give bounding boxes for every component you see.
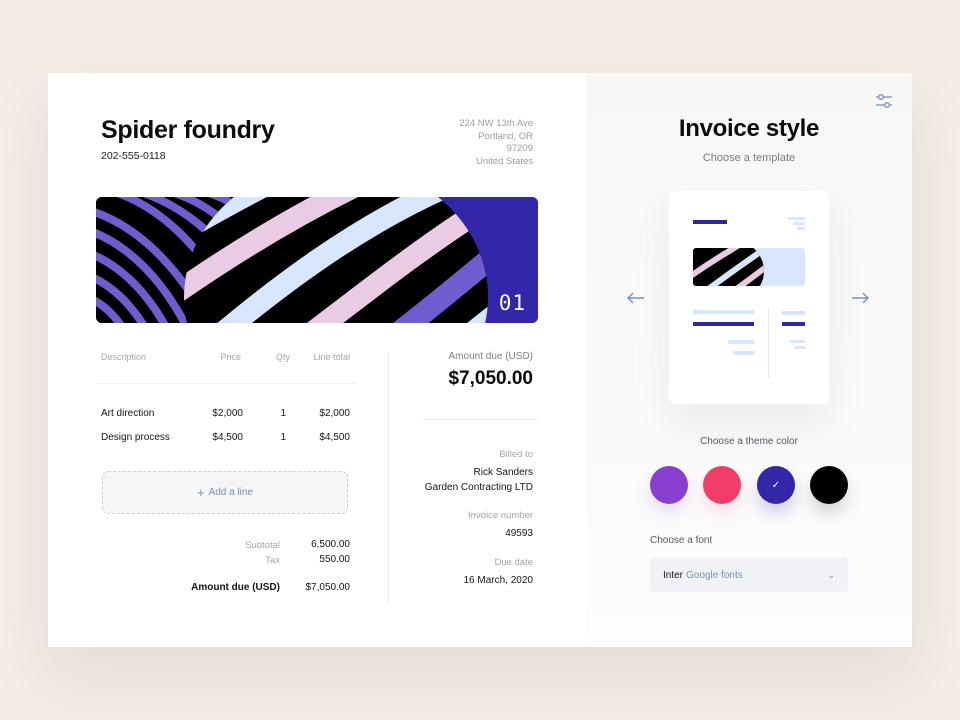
subtotal-value: 6,500.00 [311,539,350,550]
due-date-label: Due date [494,557,533,568]
invoice-number-label: Invoice number [468,510,533,521]
company-name: Spider foundry [101,116,275,144]
chevron-down-icon: ⌄ [827,569,835,580]
row-total: $2,000 [319,408,350,419]
billed-to-company: Garden Contracting LTD [424,482,533,493]
color-swatch-black[interactable] [810,466,848,504]
invoice-number-value: 49593 [505,528,533,539]
check-icon: ✓ [771,479,781,491]
table-row[interactable]: Art direction $2,000 1 $2,000 [96,406,356,422]
arrow-right-icon[interactable] [849,287,871,309]
row-description: Art direction [101,408,155,419]
style-panel-subtitle: Choose a template [702,152,796,164]
row-qty: 1 [280,408,286,419]
template-thumbnail [693,217,805,378]
style-panel-title: Invoice style [678,115,820,142]
address-line: 224 NW 13th Ave [459,118,533,129]
font-name: Inter [663,569,684,581]
tax-label: Tax [265,555,280,566]
font-select[interactable]: Inter Google fonts ⌄ [650,558,848,592]
row-price: $2,000 [212,408,243,419]
amount-due-total: $7,050.00 [305,582,351,593]
subtotal-label: Subtotal [245,540,280,551]
company-address: 224 NW 13th Ave Portland, OR 97209 Unite… [380,118,533,168]
banner-artwork [96,197,538,323]
row-total: $4,500 [319,432,350,443]
banner-number: 01 [498,291,526,315]
invoice-banner: 01 [96,197,538,323]
col-header-price: Price [220,352,241,362]
col-header-qty: Qty [275,352,290,362]
row-qty: 1 [280,432,286,443]
company-phone: 202-555-0118 [101,150,166,162]
amount-due-value: $7,050.00 [448,368,533,389]
row-description: Design process [101,432,170,443]
billed-to-name: Rick Sanders [473,467,533,478]
billed-to-label: Billed to [499,449,533,460]
col-header-line-total: Line total [313,352,350,362]
amount-due-heading: Amount due (USD) [448,351,533,362]
due-date-value: 16 March, 2020 [463,575,534,586]
add-line-button[interactable]: + Add a line [102,471,348,514]
font-label: Choose a font [650,535,713,546]
theme-color-label: Choose a theme color [700,436,798,447]
amount-divider [423,419,538,420]
add-line-label: Add a line [208,487,254,498]
color-swatch-pink[interactable] [703,466,741,504]
address-line: United States [475,155,533,167]
plus-icon: + [196,485,205,500]
arrow-left-icon[interactable] [625,287,647,309]
amount-due-label: Amount due (USD) [191,582,280,593]
template-preview[interactable] [669,191,829,404]
tax-value: 550.00 [319,554,350,565]
settings-sliders-icon[interactable] [875,93,893,109]
color-swatch-purple[interactable] [650,466,688,504]
color-swatch-indigo[interactable]: ✓ [757,466,795,504]
row-price: $4,500 [212,432,243,443]
table-divider [96,383,355,384]
address-line: 97209 [506,143,533,155]
address-line: Portland, OR [478,130,533,142]
column-divider [388,352,389,604]
font-source: Google fonts [686,569,743,581]
table-row[interactable]: Design process $4,500 1 $4,500 [96,430,356,446]
col-header-description: Description [101,352,147,362]
